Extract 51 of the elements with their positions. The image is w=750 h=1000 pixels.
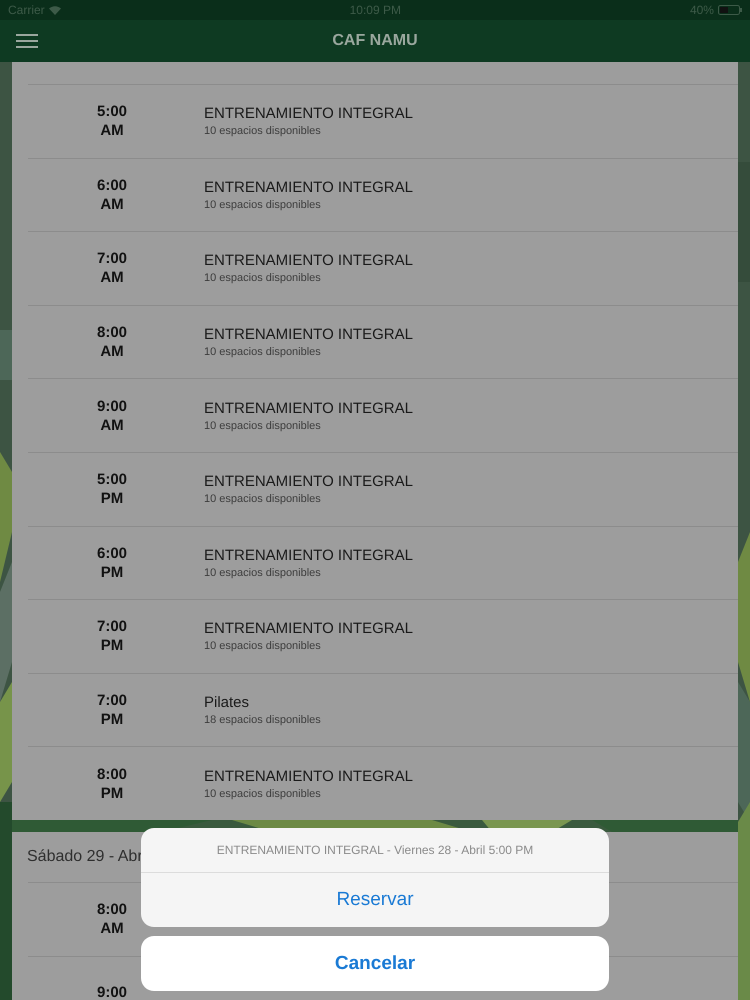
availability-text: 10 espacios disponibles [204, 420, 322, 432]
class-name: Pilates [204, 694, 250, 712]
time-period: AM [100, 268, 124, 288]
class-time: 6:00 [96, 544, 128, 563]
sheet-message: ENTRENAMIENTO INTEGRAL - Viernes 28 - Abril 5:00 PM [216, 843, 534, 857]
class-name: ENTRENAMIENTO INTEGRAL [204, 105, 413, 122]
battery-icon [718, 5, 742, 15]
wifi-icon [48, 6, 61, 14]
time-period: AM [100, 121, 124, 140]
class-name: ENTRENAMIENTO INTEGRAL [204, 768, 413, 785]
availability-text: 10 espacios disponibles [204, 640, 322, 652]
class-time: 7:00 [96, 691, 128, 710]
time-period: AM [100, 342, 124, 362]
availability-text: 10 espacios disponibles [204, 566, 322, 579]
time-period: PM [100, 562, 124, 582]
time-period: PM [100, 710, 124, 730]
class-time: 9:00 [96, 396, 128, 416]
time-period: AM [100, 919, 124, 938]
cancel-button[interactable]: Cancelar [141, 936, 609, 991]
class-time: 5:00 [96, 470, 128, 490]
class-time: 8:00 [96, 900, 128, 920]
class-time: 8:00 [96, 323, 128, 342]
class-name: ENTRENAMIENTO INTEGRAL [204, 473, 413, 490]
class-time: 9:00 [96, 983, 128, 1000]
availability-text: 18 espacios disponibles [204, 714, 321, 726]
app-title: CAF NAMU [332, 32, 418, 50]
availability-text: 10 espacios disponibles [204, 125, 322, 138]
class-time: 6:00 [96, 176, 128, 195]
time-period: AM [100, 416, 124, 435]
availability-text: 10 espacios disponibles [204, 272, 322, 284]
class-name: ENTRENAMIENTO INTEGRAL [204, 546, 413, 564]
class-time: 8:00 [96, 764, 128, 784]
class-name: ENTRENAMIENTO INTEGRAL [204, 400, 413, 417]
availability-text: 10 espacios disponibles [204, 788, 322, 800]
class-time: 5:00 [96, 102, 128, 122]
class-time: 7:00 [96, 249, 128, 268]
day-header: Sábado 29 - Abr [27, 848, 143, 866]
menu-icon[interactable] [16, 33, 38, 49]
class-name: ENTRENAMIENTO INTEGRAL [204, 326, 413, 344]
class-name: ENTRENAMIENTO INTEGRAL [204, 620, 413, 638]
availability-text: 10 espacios disponibles [204, 346, 322, 358]
time-period: AM [100, 194, 124, 214]
time-period: PM [100, 636, 124, 656]
availability-text: 10 espacios disponibles [204, 493, 322, 506]
class-time: 7:00 [96, 617, 128, 636]
class-name: ENTRENAMIENTO INTEGRAL [204, 178, 413, 196]
class-name: ENTRENAMIENTO INTEGRAL [204, 252, 413, 270]
time-period: PM [100, 489, 124, 508]
time-period: PM [100, 784, 124, 803]
reserve-button[interactable]: Reservar [141, 873, 609, 927]
availability-text: 10 espacios disponibles [204, 198, 322, 211]
